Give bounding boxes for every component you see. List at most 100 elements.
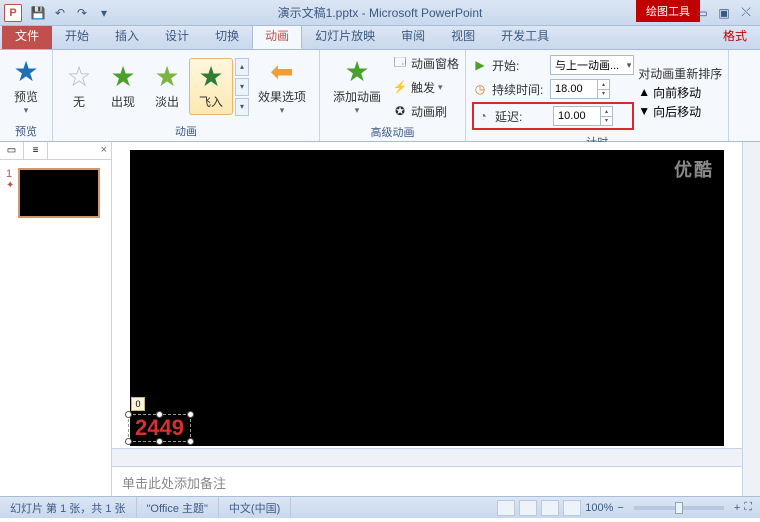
duration-label: 持续时间: [492,81,546,98]
zoom-in-button[interactable]: + [734,502,740,514]
close-button[interactable]: ⤬ [738,5,754,21]
star-icon: ★ [154,63,179,91]
tab-transitions[interactable]: 切换 [202,22,252,49]
status-language[interactable]: 中文(中国) [219,497,291,518]
dropdown-icon: ▾ [355,105,360,116]
notes-pane[interactable]: 单击此处添加备注 [112,466,742,496]
group-label-animations: 动画 [57,121,315,141]
group-timing: ▶ 开始: 与上一动画... ◷ 持续时间: 18.00▴▾ ◔ 延迟: 10.… [466,50,729,141]
tab-review[interactable]: 审阅 [388,22,438,49]
quick-access-toolbar: 💾 ↶ ↷ ▾ [30,5,112,21]
view-reading-button[interactable] [541,500,559,516]
anim-order-tag[interactable]: 0 [131,397,145,411]
delay-spinner[interactable]: 10.00▴▾ [553,106,613,126]
tab-slideshow[interactable]: 幻灯片放映 [302,22,388,49]
spin-up[interactable]: ▴ [597,80,609,90]
trigger-button[interactable]: ⚡触发 ▾ [390,76,461,98]
gallery-up-button[interactable]: ▴ [235,58,249,76]
dropdown-icon: ▾ [24,105,29,116]
anim-fade[interactable]: ★ 淡出 [145,58,189,115]
thumb-image [18,168,100,218]
status-slide-info: 幻灯片 第 1 张，共 1 张 [0,497,137,518]
undo-icon[interactable]: ↶ [52,5,68,21]
textbox-text: 2449 [135,415,184,440]
tab-file[interactable]: 文件 [2,22,52,49]
reorder-header: 对动画重新排序 [638,65,722,82]
clock-icon: ◷ [472,81,488,97]
tab-view[interactable]: 视图 [438,22,488,49]
thumb-tab-outline[interactable]: ≡ [24,142,48,159]
tab-home[interactable]: 开始 [52,22,102,49]
zoom-thumb[interactable] [675,502,683,514]
zoom-slider[interactable] [634,506,724,510]
work-area: ▭ ≡ × 1 ✦ 优酷 0 2449 [0,142,760,496]
add-animation-button[interactable]: ★ 添加动画 ▾ [324,53,390,121]
group-advanced-animation: ★ 添加动画 ▾ 🗔动画窗格 ⚡触发 ▾ ✪动画刷 高级动画 [320,50,466,141]
pane-icon: 🗔 [392,55,408,71]
qat-dropdown-icon[interactable]: ▾ [96,5,112,21]
slide-editor: 优酷 0 2449 单击此处添加备注 [112,142,742,496]
spin-down[interactable]: ▾ [597,90,609,99]
title-bar: P 💾 ↶ ↷ ▾ 演示文稿1.pptx - Microsoft PowerPo… [0,0,760,26]
resize-handle[interactable] [187,411,194,418]
effect-options-button[interactable]: ⬅ 效果选项 ▾ [249,53,315,121]
redo-icon[interactable]: ↷ [74,5,90,21]
save-icon[interactable]: 💾 [30,5,46,21]
fit-button[interactable]: ⛶ [744,501,752,514]
tab-animations[interactable]: 动画 [252,22,302,49]
minimize-button[interactable]: ▭ [694,5,710,21]
resize-handle[interactable] [125,411,132,418]
tab-insert[interactable]: 插入 [102,22,152,49]
group-label-preview: 预览 [4,121,48,141]
animation-pane-button[interactable]: 🗔动画窗格 [390,52,461,74]
move-later-button[interactable]: ▼向后移动 [638,103,722,120]
zoom-level[interactable]: 100% [585,502,613,514]
vertical-scrollbar[interactable] [742,142,760,496]
thumb-tab-slides[interactable]: ▭ [0,142,24,159]
gallery-scroll: ▴ ▾ ▾ [235,58,249,116]
preview-button[interactable]: ★ 预览 ▾ [4,53,48,121]
tab-design[interactable]: 设计 [152,22,202,49]
thumbnail-panel: ▭ ≡ × 1 ✦ [0,142,112,496]
arrow-icon: ⬅ [270,58,293,86]
zoom-out-button[interactable]: − [617,502,623,514]
view-normal-button[interactable] [497,500,515,516]
down-arrow-icon: ▼ [638,104,650,118]
gallery-more-button[interactable]: ▾ [235,98,249,116]
painter-icon: ✪ [392,103,408,119]
animation-painter-button[interactable]: ✪动画刷 [390,100,461,122]
resize-handle[interactable] [187,438,194,445]
star-icon: ★ [13,58,38,86]
start-combo[interactable]: 与上一动画... [550,55,634,75]
slide-canvas[interactable]: 优酷 0 2449 [130,150,724,446]
app-icon[interactable]: P [4,4,22,22]
tab-developer[interactable]: 开发工具 [488,22,562,49]
group-animations: ☆ 无 ★ 出现 ★ 淡出 ★ 飞入 ▴ ▾ ▾ ⬅ 效果选项 [53,50,320,141]
trigger-icon: ⚡ [392,79,408,95]
resize-handle[interactable] [125,438,132,445]
star-plus-icon: ★ [344,58,369,86]
delay-label: 延迟: [495,108,549,125]
duration-spinner[interactable]: 18.00▴▾ [550,79,610,99]
resize-handle[interactable] [156,438,163,445]
view-slideshow-button[interactable] [563,500,581,516]
maximize-button[interactable]: ▣ [716,5,732,21]
anim-appear[interactable]: ★ 出现 [101,58,145,115]
group-label-advanced: 高级动画 [324,122,461,142]
tab-format[interactable]: 格式 [710,22,760,49]
reorder-controls: 对动画重新排序 ▲向前移动 ▼向后移动 [636,63,724,122]
spin-down[interactable]: ▾ [600,117,612,126]
selected-textbox[interactable]: 0 2449 [128,414,191,442]
slide-thumbnail-1[interactable]: 1 ✦ [6,168,105,218]
gallery-down-button[interactable]: ▾ [235,78,249,96]
move-earlier-button[interactable]: ▲向前移动 [638,84,722,101]
thumb-panel-close[interactable]: × [101,144,107,156]
view-sorter-button[interactable] [519,500,537,516]
anim-flyin[interactable]: ★ 飞入 [189,58,233,115]
spin-up[interactable]: ▴ [600,107,612,117]
horizontal-scrollbar[interactable] [112,448,742,466]
thumb-anim-indicator: ✦ [6,180,14,191]
anim-none[interactable]: ☆ 无 [57,58,101,115]
slide-canvas-wrap[interactable]: 优酷 0 2449 [112,142,742,448]
watermark: 优酷 [674,156,714,182]
